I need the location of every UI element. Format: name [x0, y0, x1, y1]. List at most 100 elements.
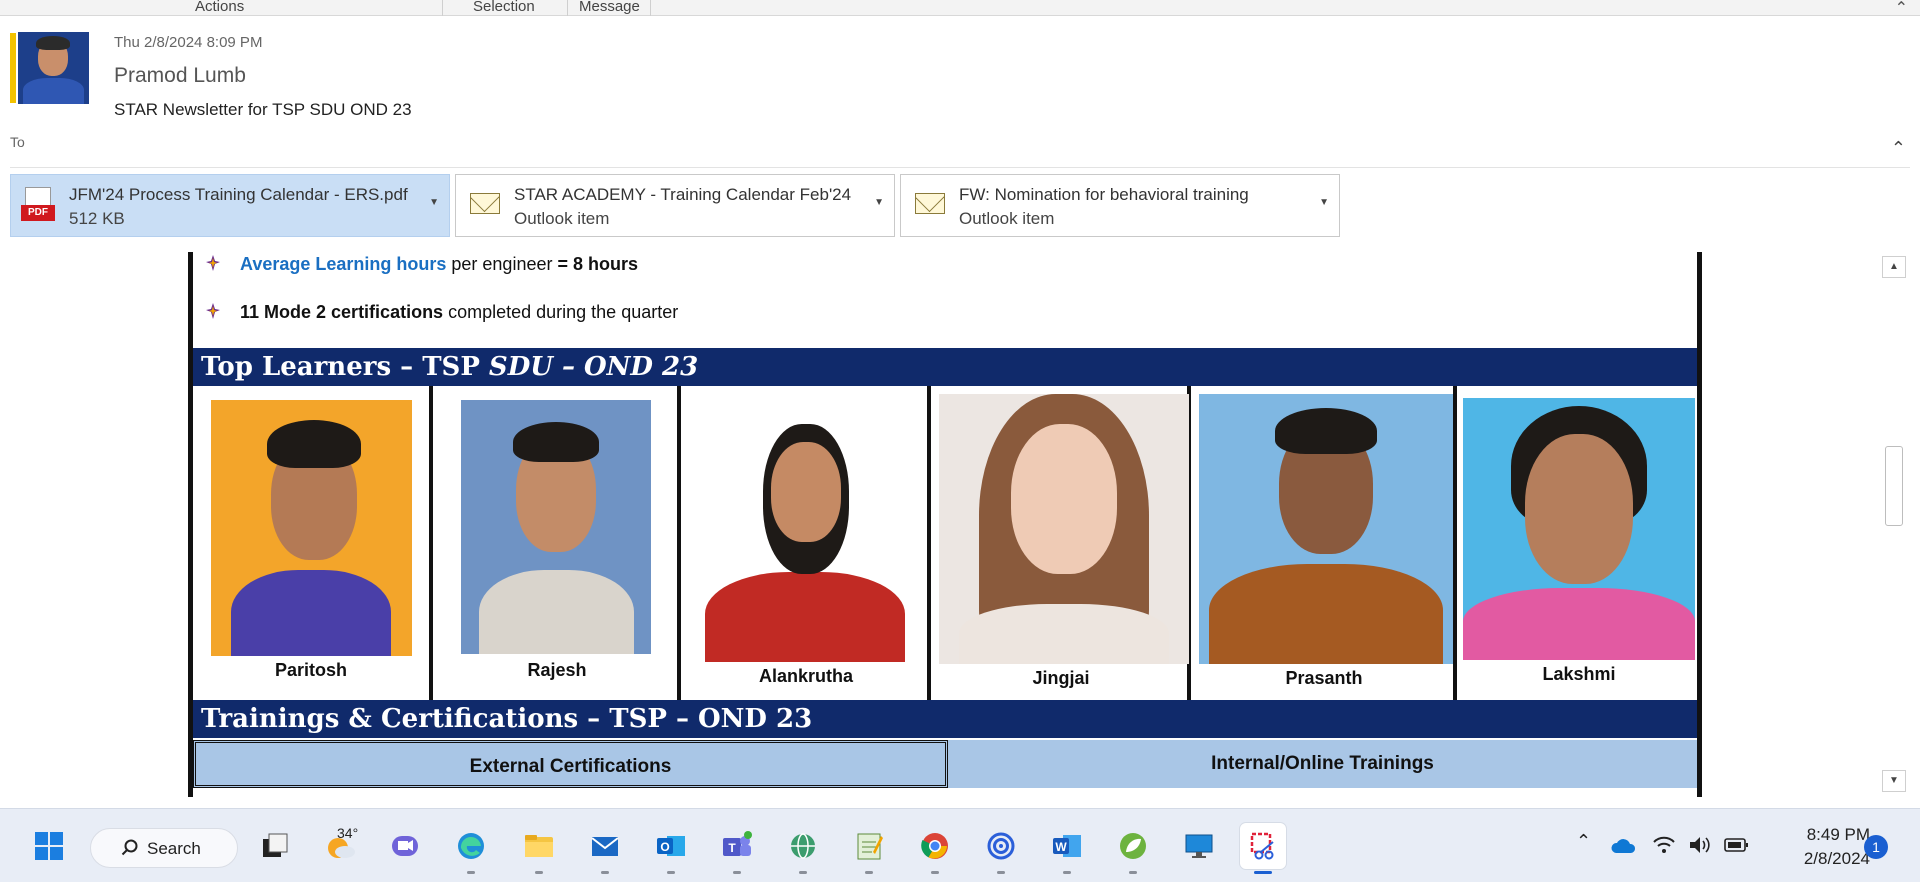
learner-gallery: Paritosh Rajesh Alankrutha Jingjai Prasa…: [193, 386, 1697, 704]
chevron-down-icon[interactable]: ▼: [874, 197, 884, 208]
spiral-app-icon[interactable]: [978, 823, 1024, 874]
attachment-type: Outlook item: [514, 209, 610, 228]
learner-card: Alankrutha: [685, 386, 931, 704]
ribbon-separator: [567, 0, 568, 16]
learner-name: Jingjai: [1032, 668, 1090, 688]
scrollbar-thumb[interactable]: [1885, 446, 1903, 526]
learner-name: Alankrutha: [758, 666, 854, 686]
collapse-header-icon[interactable]: ⌃: [1891, 138, 1906, 159]
vertical-scrollbar[interactable]: ▲ ▼: [1880, 256, 1908, 796]
message-body[interactable]: Average Learning hours per engineer = 8 …: [10, 252, 1910, 797]
spring-leaf-icon[interactable]: [1110, 823, 1156, 874]
sender-avatar[interactable]: [18, 32, 89, 104]
task-view-icon[interactable]: [252, 823, 298, 869]
search-label: Search: [147, 839, 201, 858]
attachment-type: Outlook item: [959, 209, 1055, 228]
learner-card: Paritosh: [193, 386, 433, 704]
band-title: Top Learners – TSP: [201, 352, 489, 382]
learner-name: Prasanth: [1285, 668, 1363, 688]
bullet-text: per engineer: [446, 254, 558, 274]
teams-icon[interactable]: T: [714, 823, 760, 874]
trainings-band: Trainings & Certifications – TSP – OND 2…: [193, 700, 1697, 738]
learner-photo: [705, 412, 905, 662]
file-explorer-icon[interactable]: [516, 823, 562, 874]
chrome-icon[interactable]: [912, 823, 958, 874]
ribbon-separator: [650, 0, 651, 16]
volume-icon[interactable]: [1688, 835, 1712, 855]
edge-icon[interactable]: [448, 823, 494, 874]
svg-text:T: T: [728, 841, 736, 855]
highlight-text: Average Learning hours: [240, 254, 447, 274]
taskbar-search[interactable]: Search: [90, 828, 238, 868]
learner-card: Prasanth: [1195, 386, 1457, 704]
envelope-icon: [911, 187, 947, 227]
system-clock[interactable]: 8:49 PM 2/8/2024: [1760, 823, 1870, 871]
word-icon[interactable]: W: [1044, 823, 1090, 874]
bullet-bold-text: 11 Mode 2 certifications: [240, 302, 444, 322]
chevron-down-icon[interactable]: ▼: [429, 197, 439, 208]
learner-name: Lakshmi: [1542, 664, 1616, 684]
ribbon-separator: [442, 0, 443, 16]
sender-name[interactable]: Pramod Lumb: [114, 64, 246, 88]
message-subject: STAR Newsletter for TSP SDU OND 23: [114, 100, 412, 119]
svg-text:W: W: [1055, 840, 1067, 854]
column-header-internal: Internal/Online Trainings: [948, 740, 1697, 788]
network-globe-icon[interactable]: [780, 823, 826, 874]
notification-badge[interactable]: 1: [1864, 835, 1888, 859]
trainings-table-header: External Certifications Internal/Online …: [193, 740, 1697, 788]
learner-photo: [1463, 398, 1695, 660]
learner-name: Paritosh: [274, 660, 348, 680]
attachment-pdf[interactable]: PDF JFM'24 Process Training Calendar - E…: [10, 174, 450, 237]
teams-chat-icon[interactable]: [382, 823, 428, 869]
learner-photo: [211, 400, 412, 656]
taskbar: Search 34° O T W ⌃ 8:49 PM 2/8/2024 1: [0, 808, 1920, 882]
star-bullet-icon: [206, 303, 220, 319]
learner-photo: [939, 394, 1189, 664]
attachment-name: JFM'24 Process Training Calendar - ERS.p…: [69, 185, 408, 204]
snipping-tool-icon[interactable]: [1240, 823, 1286, 874]
mail-icon[interactable]: [582, 823, 628, 874]
onedrive-cloud-icon[interactable]: [1610, 837, 1636, 855]
attachment-name: STAR ACADEMY - Training Calendar Feb'24: [514, 185, 852, 204]
learner-card: Rajesh: [437, 386, 681, 704]
clock-date: 2/8/2024: [1803, 849, 1870, 868]
learner-name: Rajesh: [527, 660, 587, 680]
envelope-icon: [466, 187, 502, 227]
windows-start-icon[interactable]: [26, 823, 72, 869]
column-header-external: External Certifications: [193, 740, 948, 788]
collapse-ribbon-icon[interactable]: ⌃: [1895, 0, 1908, 18]
band-title-italic: SDU – OND 23: [488, 352, 699, 382]
weather-temperature: 34°: [337, 825, 359, 841]
ribbon-group-labels: Actions Selection Message ⌃: [0, 0, 1920, 18]
bullet-value: = 8 hours: [557, 254, 638, 274]
clock-time: 8:49 PM: [1806, 825, 1870, 844]
wifi-icon[interactable]: [1652, 835, 1676, 855]
ribbon-group-actions: Actions: [195, 0, 245, 15]
learner-card: Jingjai: [935, 386, 1191, 704]
to-label: To: [10, 134, 25, 150]
learner-photo: [1199, 394, 1453, 664]
battery-icon[interactable]: [1724, 837, 1750, 853]
attachment-outlook-item[interactable]: STAR ACADEMY - Training Calendar Feb'24 …: [455, 174, 895, 237]
ribbon-group-selection: Selection: [473, 0, 535, 15]
learner-card: Lakshmi: [1461, 386, 1697, 704]
unread-flag-bar: [10, 33, 16, 103]
show-hidden-icons-chevron-icon[interactable]: ⌃: [1576, 831, 1591, 852]
outlook-icon[interactable]: O: [648, 823, 694, 874]
scroll-down-icon[interactable]: ▼: [1882, 770, 1906, 792]
notepad-icon[interactable]: [846, 823, 892, 874]
svg-text:O: O: [660, 840, 669, 854]
attachment-name: FW: Nomination for behavioral training: [959, 185, 1249, 204]
learner-photo: [461, 400, 651, 654]
ribbon-group-message: Message: [579, 0, 640, 15]
remote-desktop-icon[interactable]: [1176, 823, 1222, 869]
header-divider: [10, 167, 1910, 168]
chevron-down-icon[interactable]: ▼: [1319, 197, 1329, 208]
star-bullet-icon: [206, 255, 220, 271]
message-date: Thu 2/8/2024 8:09 PM: [114, 34, 263, 51]
scroll-up-icon[interactable]: ▲: [1882, 256, 1906, 278]
attachment-outlook-item[interactable]: FW: Nomination for behavioral training O…: [900, 174, 1340, 237]
pdf-icon: PDF: [21, 187, 57, 227]
search-icon: [121, 839, 138, 856]
bullet-text: completed during the quarter: [443, 302, 679, 322]
